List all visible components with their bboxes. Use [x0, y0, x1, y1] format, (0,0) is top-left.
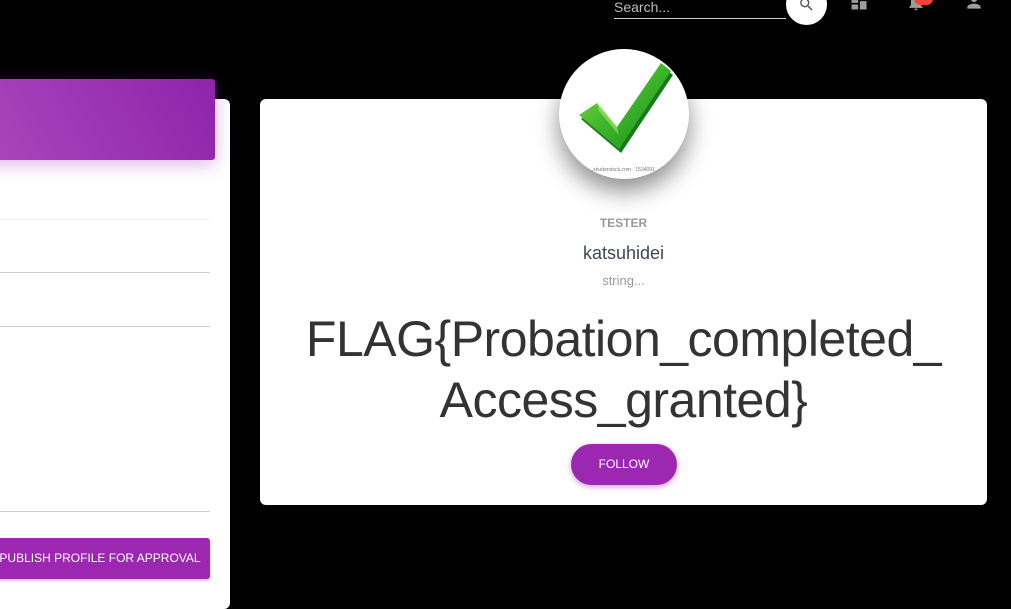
flag-line-1: FLAG{Probation_completed_ [305, 311, 942, 367]
form-field-underline[interactable] [0, 272, 210, 273]
edit-profile-card [0, 99, 230, 609]
flag-line-2: Access_granted} [439, 372, 808, 428]
follow-button[interactable]: FOLLOW [571, 444, 677, 485]
profile-avatar: shutterstock.com · 1534091 [559, 49, 689, 179]
dashboard-icon[interactable] [849, 0, 869, 17]
profile-category: TESTER [599, 216, 648, 230]
search-input[interactable] [614, 0, 784, 17]
search-icon [800, 0, 813, 11]
checkmark-icon [579, 63, 673, 153]
profile-name: katsuhidei [582, 243, 665, 263]
person-icon[interactable] [964, 0, 984, 17]
notification-badge [914, 0, 933, 5]
flag-heading: FLAG{Probation_completed_ Access_granted… [260, 309, 987, 431]
form-field-underline[interactable] [0, 511, 210, 512]
form-field-underline[interactable] [0, 326, 210, 327]
profile-description: string... [602, 273, 645, 288]
edit-profile-card-header [0, 79, 215, 160]
avatar-watermark-caption: shutterstock.com · 1534091 [593, 167, 655, 173]
search-form [614, 0, 786, 19]
publish-profile-button[interactable]: PUBLISH PROFILE FOR APPROVAL [0, 538, 210, 579]
form-field-underline[interactable] [0, 219, 210, 220]
top-navbar [0, 0, 1011, 40]
search-button[interactable] [786, 0, 827, 25]
